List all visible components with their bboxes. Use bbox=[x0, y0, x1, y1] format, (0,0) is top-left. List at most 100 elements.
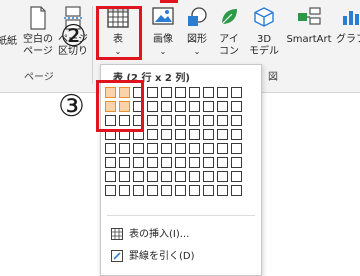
grid-cell[interactable] bbox=[119, 143, 130, 154]
callout-step-3: ③ bbox=[58, 89, 85, 124]
cover-page-button[interactable]: 紙紙 bbox=[0, 0, 20, 62]
grid-cell[interactable] bbox=[189, 115, 200, 126]
grid-cell[interactable] bbox=[203, 157, 214, 168]
grid-cell[interactable] bbox=[189, 101, 200, 112]
grid-cell[interactable] bbox=[147, 87, 158, 98]
grid-cell[interactable] bbox=[231, 101, 242, 112]
chevron-down-icon: ⌄ bbox=[193, 47, 201, 56]
grid-cell[interactable] bbox=[147, 101, 158, 112]
model3d-button[interactable]: 3D モデル bbox=[248, 0, 280, 62]
grid-cell[interactable] bbox=[217, 129, 228, 140]
grid-cell[interactable] bbox=[203, 87, 214, 98]
grid-cell[interactable] bbox=[203, 171, 214, 182]
grid-cell[interactable] bbox=[161, 87, 172, 98]
grid-cell[interactable] bbox=[147, 157, 158, 168]
grid-cell[interactable] bbox=[161, 157, 172, 168]
grid-cell[interactable] bbox=[189, 87, 200, 98]
grid-cell[interactable] bbox=[231, 143, 242, 154]
highlight-table-button bbox=[96, 6, 142, 60]
grid-cell[interactable] bbox=[147, 129, 158, 140]
image-button[interactable]: 画像 ⌄ bbox=[148, 0, 178, 62]
grid-cell[interactable] bbox=[133, 143, 144, 154]
grid-cell[interactable] bbox=[133, 185, 144, 196]
graph-label: グラフ bbox=[336, 34, 360, 45]
grid-cell[interactable] bbox=[189, 129, 200, 140]
draw-table-item[interactable]: 罫線を引く(D) bbox=[111, 247, 195, 262]
grid-cell[interactable] bbox=[217, 185, 228, 196]
grid-cell[interactable] bbox=[147, 185, 158, 196]
grid-cell[interactable] bbox=[231, 87, 242, 98]
menu-divider bbox=[107, 215, 255, 216]
image-icon bbox=[152, 7, 174, 25]
grid-cell[interactable] bbox=[147, 171, 158, 182]
shape-button[interactable]: 図形 ⌄ bbox=[182, 0, 212, 62]
cube-icon bbox=[254, 7, 274, 27]
grid-cell[interactable] bbox=[217, 143, 228, 154]
grid-cell[interactable] bbox=[119, 171, 130, 182]
grid-cell[interactable] bbox=[105, 157, 116, 168]
grid-cell[interactable] bbox=[105, 185, 116, 196]
grid-cell[interactable] bbox=[133, 157, 144, 168]
grid-cell[interactable] bbox=[175, 129, 186, 140]
blank-page-icon bbox=[30, 6, 46, 30]
graph-button[interactable]: グラフ bbox=[334, 0, 360, 62]
grid-cell[interactable] bbox=[161, 143, 172, 154]
grid-cell[interactable] bbox=[203, 129, 214, 140]
grid-cell[interactable] bbox=[161, 185, 172, 196]
blank-page-button[interactable]: 空白の ページ bbox=[20, 0, 56, 62]
grid-cell[interactable] bbox=[189, 143, 200, 154]
grid-cell[interactable] bbox=[189, 157, 200, 168]
grid-cell[interactable] bbox=[161, 101, 172, 112]
grid-cell[interactable] bbox=[175, 87, 186, 98]
group-label-page: ページ bbox=[24, 72, 54, 83]
grid-cell[interactable] bbox=[231, 157, 242, 168]
grid-cell[interactable] bbox=[231, 129, 242, 140]
grid-cell[interactable] bbox=[189, 185, 200, 196]
grid-cell[interactable] bbox=[203, 101, 214, 112]
insert-table-item[interactable]: 表の挿入(I)... bbox=[111, 225, 189, 240]
grid-cell[interactable] bbox=[189, 171, 200, 182]
grid-cell[interactable] bbox=[217, 101, 228, 112]
grid-cell[interactable] bbox=[175, 143, 186, 154]
chevron-down-icon: ⌄ bbox=[159, 47, 167, 56]
separator bbox=[92, 6, 93, 84]
chart-icon bbox=[343, 11, 359, 25]
group-label-figure: 図 bbox=[268, 72, 278, 83]
callout-step-2: ② bbox=[60, 19, 87, 54]
grid-cell[interactable] bbox=[161, 115, 172, 126]
grid-cell[interactable] bbox=[217, 115, 228, 126]
pencil-icon bbox=[111, 250, 123, 262]
grid-cell[interactable] bbox=[119, 157, 130, 168]
grid-cell[interactable] bbox=[217, 171, 228, 182]
icon-button[interactable]: アイ コン bbox=[214, 0, 244, 62]
grid-cell[interactable] bbox=[175, 185, 186, 196]
grid-cell[interactable] bbox=[231, 115, 242, 126]
grid-cell[interactable] bbox=[217, 87, 228, 98]
grid-cell[interactable] bbox=[105, 171, 116, 182]
grid-cell[interactable] bbox=[217, 157, 228, 168]
grid-cell[interactable] bbox=[231, 185, 242, 196]
smartart-button[interactable]: SmartArt bbox=[284, 0, 334, 62]
grid-cell[interactable] bbox=[133, 171, 144, 182]
grid-cell[interactable] bbox=[161, 129, 172, 140]
shape-icon bbox=[188, 7, 207, 26]
insert-table-label: 表の挿入(I)... bbox=[129, 229, 190, 240]
highlight-selected-cells bbox=[96, 80, 144, 132]
grid-cell[interactable] bbox=[175, 115, 186, 126]
grid-cell[interactable] bbox=[175, 101, 186, 112]
grid-cell[interactable] bbox=[203, 115, 214, 126]
grid-cell[interactable] bbox=[175, 157, 186, 168]
grid-cell[interactable] bbox=[203, 185, 214, 196]
grid-cell[interactable] bbox=[147, 115, 158, 126]
grid-cell[interactable] bbox=[203, 143, 214, 154]
icon-label: アイ コン bbox=[219, 34, 239, 57]
smartart-label: SmartArt bbox=[286, 34, 332, 45]
grid-cell[interactable] bbox=[175, 171, 186, 182]
smartart-icon bbox=[298, 7, 321, 25]
grid-cell[interactable] bbox=[119, 185, 130, 196]
grid-cell[interactable] bbox=[105, 143, 116, 154]
grid-cell[interactable] bbox=[161, 171, 172, 182]
grid-cell[interactable] bbox=[231, 171, 242, 182]
grid-cell[interactable] bbox=[147, 143, 158, 154]
draw-table-label: 罫線を引く(D) bbox=[129, 251, 195, 262]
